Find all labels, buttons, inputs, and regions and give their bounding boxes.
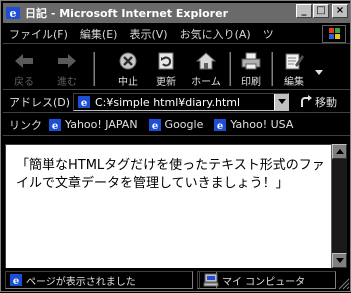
go-button[interactable]: 移動 — [299, 94, 337, 110]
scroll-down-icon[interactable] — [332, 253, 347, 268]
ie-page-icon: e — [10, 274, 22, 287]
go-arrow-icon — [301, 95, 312, 107]
status-message-pane: e ページが表示されました — [5, 271, 193, 289]
page-content[interactable]: 「簡単なHTMLタグだけを使ったテキスト形式のファイルで文章データを管理していき… — [5, 144, 331, 268]
menu-bar: ファイル(F) 編集(E) 表示(V) お気に入り(A) ツ — [3, 24, 350, 44]
toolbar-separator — [229, 52, 231, 86]
address-dropdown-icon[interactable] — [274, 94, 288, 110]
edit-dropdown-arrow-icon[interactable] — [315, 66, 323, 79]
standard-toolbar: 戻る 進む 中止 更新 ホーム 印刷 編集 — [3, 46, 350, 90]
links-bar: リンク e Yahoo! JAPAN e Google e Yahoo! USA — [3, 114, 350, 136]
edit-button[interactable]: 編集 — [279, 48, 309, 88]
status-bar: e ページが表示されました マイ コンピュータ — [3, 270, 350, 290]
home-button[interactable]: ホーム — [189, 48, 223, 88]
forward-arrow-icon — [58, 54, 76, 68]
close-button[interactable]: × — [332, 4, 348, 18]
browser-window: e 日記 - Microsoft Internet Explorer _ □ ×… — [0, 0, 351, 292]
address-label: アドレス(D) — [9, 95, 71, 109]
scroll-up-icon[interactable] — [332, 144, 347, 159]
back-button[interactable]: 戻る — [9, 48, 39, 88]
menu-favorites[interactable]: お気に入り(A) — [174, 26, 257, 42]
edit-page-icon — [285, 53, 304, 70]
address-bar: アドレス(D) e C:¥simple html¥diary.html 移動 — [3, 91, 350, 113]
svg-text:e: e — [151, 121, 157, 132]
printer-icon — [241, 52, 261, 70]
svg-text:e: e — [13, 276, 19, 287]
link-google[interactable]: e Google — [148, 118, 203, 132]
link-yahoo-japan[interactable]: e Yahoo! JAPAN — [48, 118, 138, 132]
minimize-button[interactable]: _ — [296, 4, 312, 18]
window-title: 日記 - Microsoft Internet Explorer — [25, 7, 228, 20]
menu-file[interactable]: ファイル(F) — [3, 26, 74, 42]
stop-button[interactable]: 中止 — [115, 48, 141, 88]
menu-tools[interactable]: ツ — [257, 26, 280, 42]
resize-grip-icon[interactable] — [338, 278, 350, 290]
maximize-button[interactable]: □ — [313, 4, 329, 18]
link-yahoo-usa[interactable]: e Yahoo! USA — [213, 118, 293, 132]
ie-page-icon: e — [214, 118, 227, 132]
menu-edit[interactable]: 編集(E) — [74, 26, 124, 42]
windows-logo-icon — [322, 25, 346, 43]
refresh-button[interactable]: 更新 — [151, 48, 181, 88]
vertical-scrollbar[interactable] — [331, 144, 347, 268]
my-computer-icon — [203, 273, 219, 287]
toolbar-separator — [93, 52, 95, 86]
svg-text:e: e — [217, 121, 223, 132]
print-button[interactable]: 印刷 — [237, 48, 265, 88]
menu-view[interactable]: 表示(V) — [123, 26, 173, 42]
page-icon: e — [77, 95, 91, 109]
forward-button[interactable]: 進む — [45, 48, 89, 88]
svg-text:e: e — [10, 7, 17, 20]
address-input[interactable]: e C:¥simple html¥diary.html — [73, 93, 289, 111]
toolbar-separator — [271, 52, 273, 86]
page-text: 「簡単なHTMLタグだけを使ったテキスト形式のファイルで文章データを管理していき… — [16, 158, 325, 191]
refresh-icon — [158, 52, 174, 70]
home-icon — [195, 52, 217, 70]
address-value: C:¥simple html¥diary.html — [95, 95, 241, 109]
ie-page-icon: e — [148, 118, 161, 132]
stop-icon — [119, 52, 137, 70]
status-zone-pane: マイ コンピュータ — [199, 271, 336, 289]
svg-text:e: e — [81, 98, 87, 109]
ie-icon[interactable]: e — [5, 5, 21, 21]
svg-text:e: e — [52, 121, 58, 132]
ie-page-icon: e — [49, 118, 61, 132]
links-label: リンク — [9, 118, 42, 132]
back-arrow-icon — [15, 54, 33, 68]
